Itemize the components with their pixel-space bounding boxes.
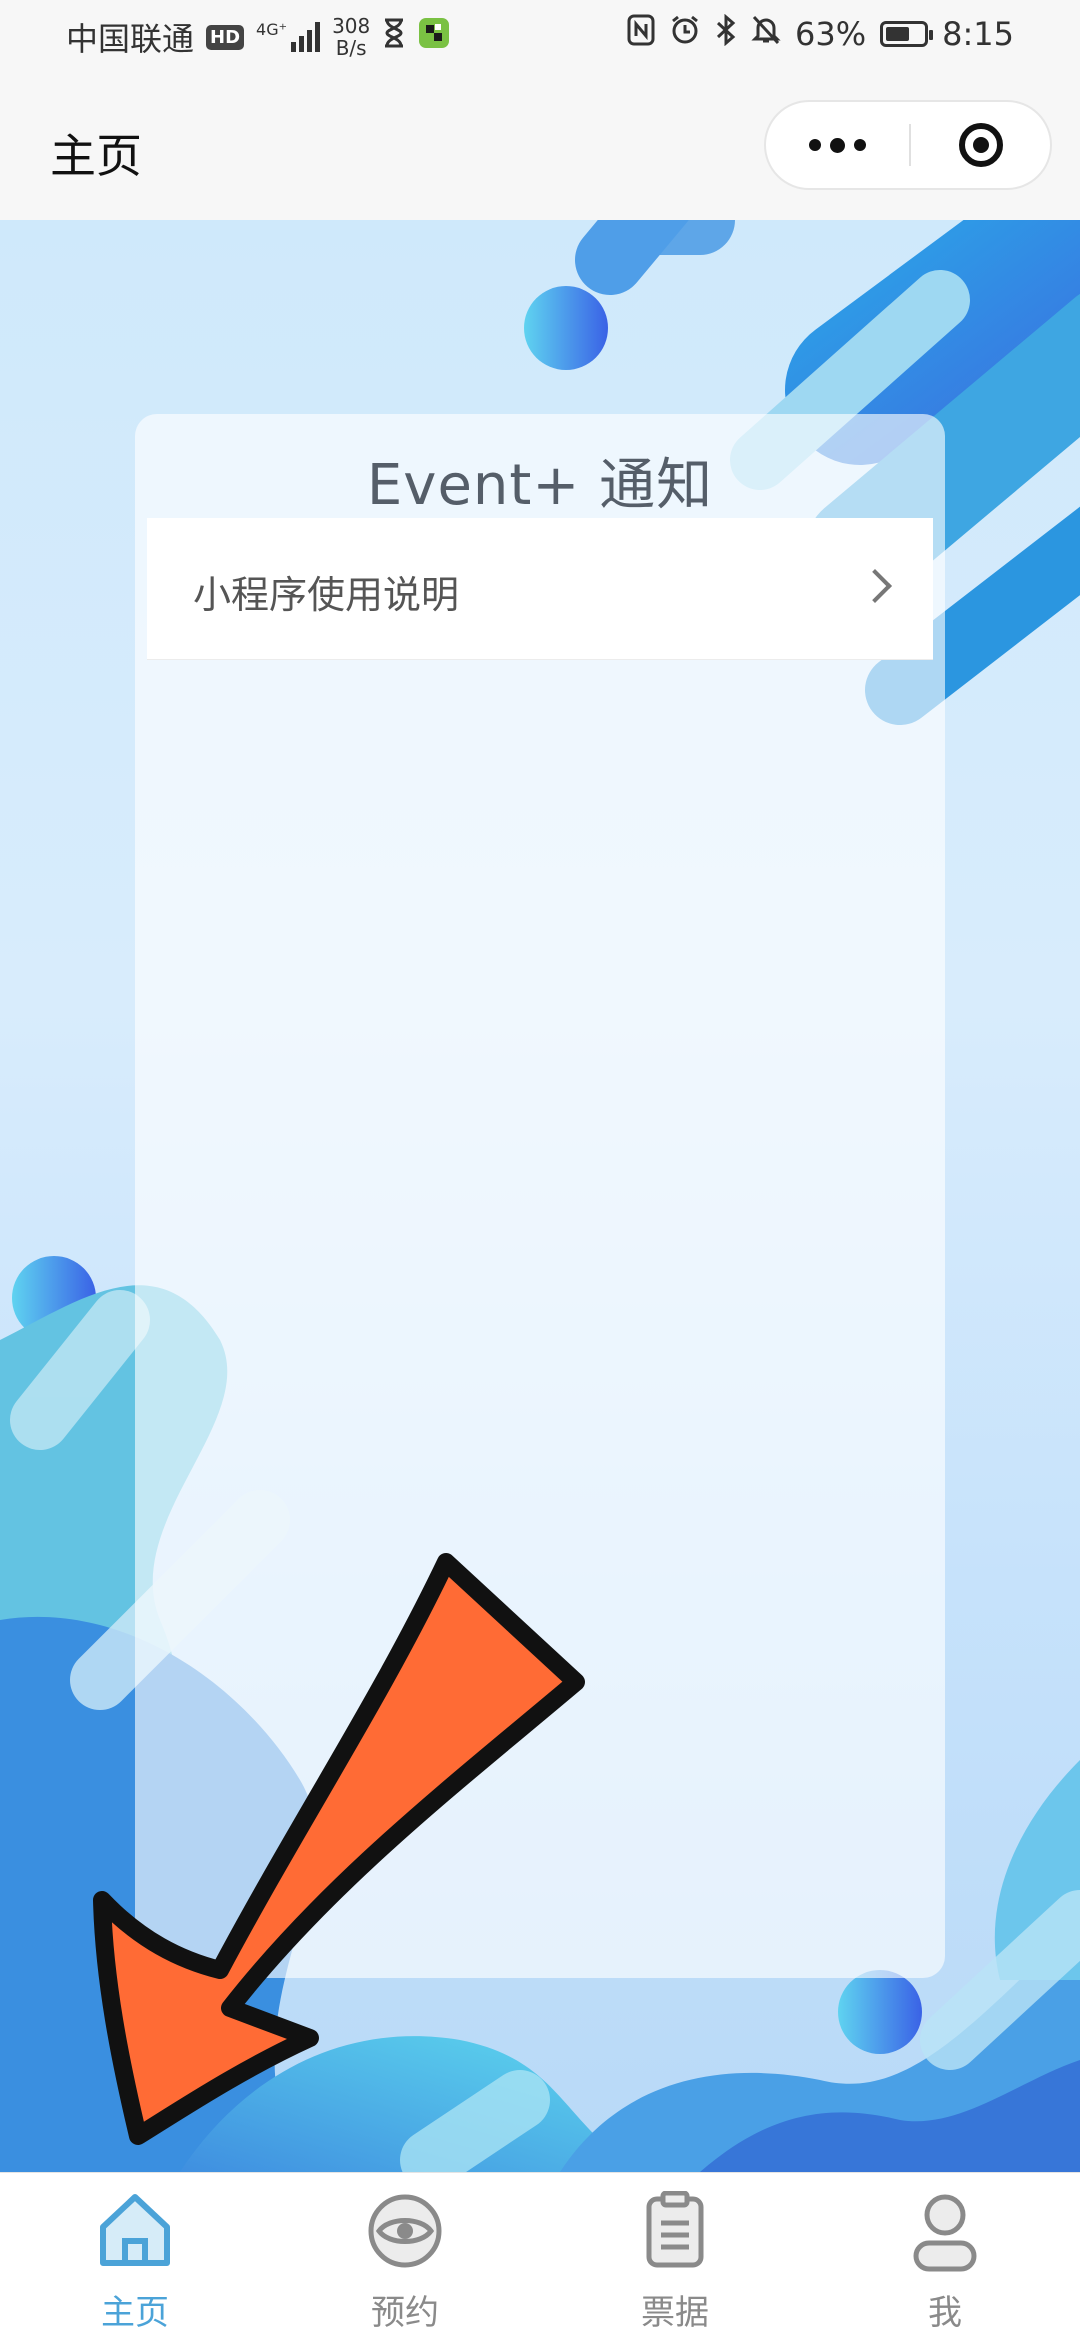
more-dot-icon (809, 139, 821, 151)
notice-item-label: 小程序使用说明 (193, 573, 460, 617)
network-type: 4G⁺ (256, 20, 288, 39)
home-icon (100, 2194, 170, 2266)
tab-label: 主页 (101, 2293, 169, 2333)
battery-percent: 63% (795, 15, 867, 53)
signal-icon: 4G⁺ (256, 20, 321, 52)
status-bar: 中国联通 HD 4G⁺ 308 B/s 63% 8:15 (0, 0, 1080, 72)
card-title: Event+ 通知 (366, 453, 714, 518)
speed-unit: B/s (335, 36, 367, 60)
tab-label: 预约 (371, 2293, 439, 2333)
tab-bar: 主页 预约 票据 我 (0, 2172, 1080, 2341)
network-speed: 308 B/s (332, 15, 370, 59)
speed-value: 308 (332, 14, 371, 38)
miniprogram-capsule (764, 100, 1052, 190)
target-icon (958, 123, 1003, 167)
bluetooth-icon (715, 13, 737, 54)
tab-booking[interactable]: 预约 (270, 2173, 540, 2341)
eye-icon (368, 2194, 442, 2268)
notice-card: Event+ 通知 小程序使用说明 (135, 414, 945, 1978)
battery-icon (880, 21, 934, 47)
tab-label: 票据 (641, 2293, 709, 2333)
tab-receipts[interactable]: 票据 (540, 2173, 810, 2341)
nfc-icon (627, 14, 655, 54)
carrier-name: 中国联通 (66, 20, 195, 58)
page-title: 主页 (50, 129, 142, 183)
more-button[interactable] (766, 102, 909, 188)
more-dot-icon (830, 137, 845, 153)
hourglass-icon (382, 18, 406, 56)
tab-home[interactable]: 主页 (0, 2173, 270, 2341)
navigation-bar: 主页 (0, 72, 1080, 220)
alarm-icon (669, 14, 701, 54)
clock: 8:15 (942, 15, 1014, 53)
tab-label: 我 (928, 2293, 962, 2333)
chevron-right-icon (858, 569, 892, 603)
more-dot-icon (854, 139, 866, 151)
hd-badge: HD (206, 24, 245, 50)
background-art: Event+ 通知 小程序使用说明 (0, 220, 1080, 2172)
tab-me[interactable]: 我 (810, 2173, 1080, 2341)
receipt-icon (646, 2191, 704, 2268)
user-icon (913, 2194, 977, 2272)
app-notification-icon (418, 17, 450, 57)
notice-item[interactable]: 小程序使用说明 (147, 518, 933, 660)
close-miniprogram-button[interactable] (911, 102, 1050, 188)
mute-bell-icon (751, 14, 781, 54)
